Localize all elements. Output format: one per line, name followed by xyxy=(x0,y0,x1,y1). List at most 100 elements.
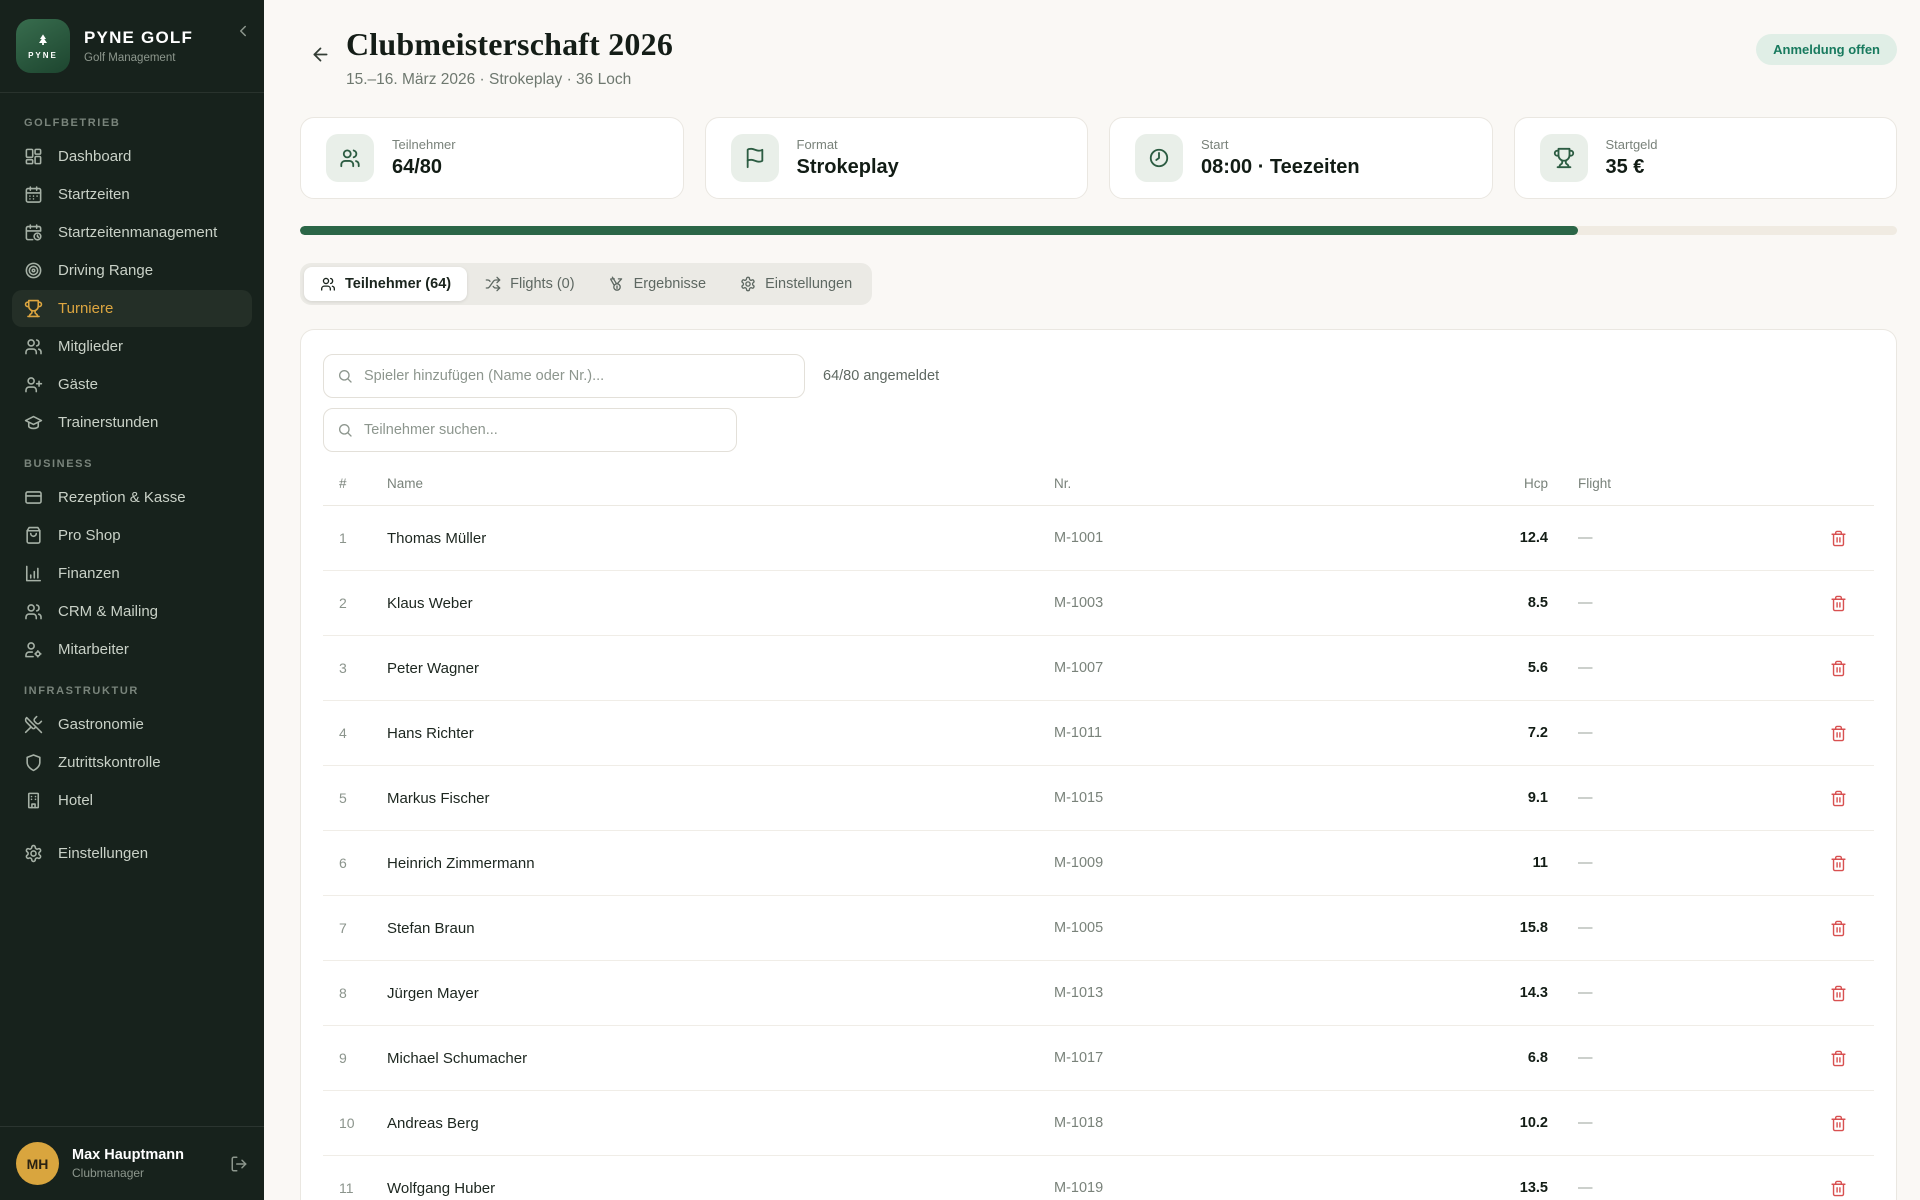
avatar: MH xyxy=(16,1142,59,1185)
tab-bar: Teilnehmer (64)Flights (0)ErgebnisseEins… xyxy=(300,263,872,305)
calendar-clock-icon xyxy=(24,223,43,242)
table-row: 3Peter WagnerM-10075.6— xyxy=(323,636,1874,701)
table-row: 11Wolfgang HuberM-101913.5— xyxy=(323,1156,1874,1200)
sidebar-item-turniere[interactable]: Turniere xyxy=(12,290,252,327)
search-icon xyxy=(337,422,353,438)
row-number: 3 xyxy=(339,660,387,676)
handicap-value: 13.5 xyxy=(1514,1180,1578,1196)
participant-name: Jürgen Mayer xyxy=(387,985,1054,1002)
sidebar-item-crm-mailing[interactable]: CRM & Mailing xyxy=(12,593,252,630)
participant-search-input[interactable] xyxy=(323,408,737,452)
medal-icon xyxy=(609,276,625,292)
user-footer[interactable]: MH Max Hauptmann Clubmanager xyxy=(0,1126,264,1200)
stat-value: 35 € xyxy=(1606,156,1658,179)
sidebar-header: PYNE PYNE GOLF Golf Management xyxy=(0,0,264,93)
sidebar-item-zutrittskontrolle[interactable]: Zutrittskontrolle xyxy=(12,744,252,781)
participant-name: Stefan Braun xyxy=(387,920,1054,937)
delete-participant-button[interactable] xyxy=(1818,1050,1858,1067)
tab-einstellungen[interactable]: Einstellungen xyxy=(724,267,868,301)
app-name: PYNE GOLF xyxy=(84,28,193,48)
flight-value: — xyxy=(1578,725,1818,741)
sidebar-item-dashboard[interactable]: Dashboard xyxy=(12,138,252,175)
chevron-left-icon xyxy=(234,22,252,40)
trash-icon xyxy=(1830,1180,1847,1197)
stat-value: Strokeplay xyxy=(797,156,899,179)
delete-participant-button[interactable] xyxy=(1818,790,1858,807)
sidebar-item-einstellungen[interactable]: Einstellungen xyxy=(12,835,252,872)
member-number: M-1009 xyxy=(1054,855,1514,871)
sidebar-item-driving-range[interactable]: Driving Range xyxy=(12,252,252,289)
trash-icon xyxy=(1830,985,1847,1002)
row-number: 11 xyxy=(339,1180,387,1196)
sidebar-item-gastronomie[interactable]: Gastronomie xyxy=(12,706,252,743)
row-number: 1 xyxy=(339,530,387,546)
sidebar-item-startzeiten[interactable]: Startzeiten xyxy=(12,176,252,213)
trash-icon xyxy=(1830,920,1847,937)
sidebar-item-mitarbeiter[interactable]: Mitarbeiter xyxy=(12,631,252,668)
sidebar-item-pro-shop[interactable]: Pro Shop xyxy=(12,517,252,554)
stat-label: Teilnehmer xyxy=(392,137,456,152)
sidebar-item-hotel[interactable]: Hotel xyxy=(12,782,252,819)
member-number: M-1007 xyxy=(1054,660,1514,676)
app-logo: PYNE xyxy=(16,19,70,73)
graduation-cap-icon xyxy=(24,413,43,432)
row-number: 9 xyxy=(339,1050,387,1066)
tab-ergebnisse[interactable]: Ergebnisse xyxy=(593,267,723,301)
logout-button[interactable] xyxy=(230,1155,248,1173)
table-row: 9Michael SchumacherM-10176.8— xyxy=(323,1026,1874,1091)
dashboard-icon xyxy=(24,147,43,166)
sidebar-item-label: Startzeiten xyxy=(58,186,130,203)
participant-name: Klaus Weber xyxy=(387,595,1054,612)
table-row: 6Heinrich ZimmermannM-100911— xyxy=(323,831,1874,896)
sidebar-item-gaste[interactable]: Gäste xyxy=(12,366,252,403)
search-player-row xyxy=(323,408,1874,452)
sidebar-item-rezeption-kasse[interactable]: Rezeption & Kasse xyxy=(12,479,252,516)
sidebar-item-label: Driving Range xyxy=(58,262,153,279)
shield-icon xyxy=(24,753,43,772)
delete-participant-button[interactable] xyxy=(1818,1180,1858,1197)
member-number: M-1001 xyxy=(1054,530,1514,546)
flight-value: — xyxy=(1578,985,1818,1001)
delete-participant-button[interactable] xyxy=(1818,660,1858,677)
logo-word: PYNE xyxy=(28,51,58,60)
table-row: 2Klaus WeberM-10038.5— xyxy=(323,571,1874,636)
add-player-input[interactable] xyxy=(323,354,805,398)
back-button[interactable] xyxy=(300,34,340,74)
stats-row: Teilnehmer64/80FormatStrokeplayStart08:0… xyxy=(300,117,1897,199)
delete-participant-button[interactable] xyxy=(1818,530,1858,547)
stat-label: Format xyxy=(797,137,899,152)
delete-participant-button[interactable] xyxy=(1818,985,1858,1002)
tab-flights-0[interactable]: Flights (0) xyxy=(469,267,590,301)
table-row: 10Andreas BergM-101810.2— xyxy=(323,1091,1874,1156)
stat-value: 64/80 xyxy=(392,156,456,179)
column-header-name: Name xyxy=(387,476,1054,491)
column-header-num: # xyxy=(339,476,387,491)
page-subtitle: 15.–16. März 2026 · Strokeplay · 36 Loch xyxy=(346,71,673,89)
sidebar-item-trainerstunden[interactable]: Trainerstunden xyxy=(12,404,252,441)
participant-name: Thomas Müller xyxy=(387,530,1054,547)
search-player-input-wrap xyxy=(323,408,737,452)
delete-participant-button[interactable] xyxy=(1818,855,1858,872)
delete-participant-button[interactable] xyxy=(1818,595,1858,612)
sidebar-item-finanzen[interactable]: Finanzen xyxy=(12,555,252,592)
sidebar-item-mitglieder[interactable]: Mitglieder xyxy=(12,328,252,365)
delete-participant-button[interactable] xyxy=(1818,725,1858,742)
sidebar-collapse-button[interactable] xyxy=(234,22,252,40)
user-gear-icon xyxy=(24,640,43,659)
delete-participant-button[interactable] xyxy=(1818,1115,1858,1132)
tab-teilnehmer-64[interactable]: Teilnehmer (64) xyxy=(304,267,467,301)
participant-name: Heinrich Zimmermann xyxy=(387,855,1054,872)
sidebar-item-label: Trainerstunden xyxy=(58,414,158,431)
sidebar-item-label: Finanzen xyxy=(58,565,120,582)
users-icon xyxy=(339,147,361,169)
participant-name: Markus Fischer xyxy=(387,790,1054,807)
table-row: 1Thomas MüllerM-100112.4— xyxy=(323,506,1874,571)
participant-name: Peter Wagner xyxy=(387,660,1054,677)
page-title: Clubmeisterschaft 2026 xyxy=(346,26,673,63)
delete-participant-button[interactable] xyxy=(1818,920,1858,937)
column-header-flight: Flight xyxy=(1578,476,1818,491)
sidebar-item-startzeitenmanagement[interactable]: Startzeitenmanagement xyxy=(12,214,252,251)
stat-card-format: Format Strokeplay xyxy=(705,117,1089,199)
target-icon xyxy=(24,261,43,280)
stat-icon-tile xyxy=(1540,134,1588,182)
